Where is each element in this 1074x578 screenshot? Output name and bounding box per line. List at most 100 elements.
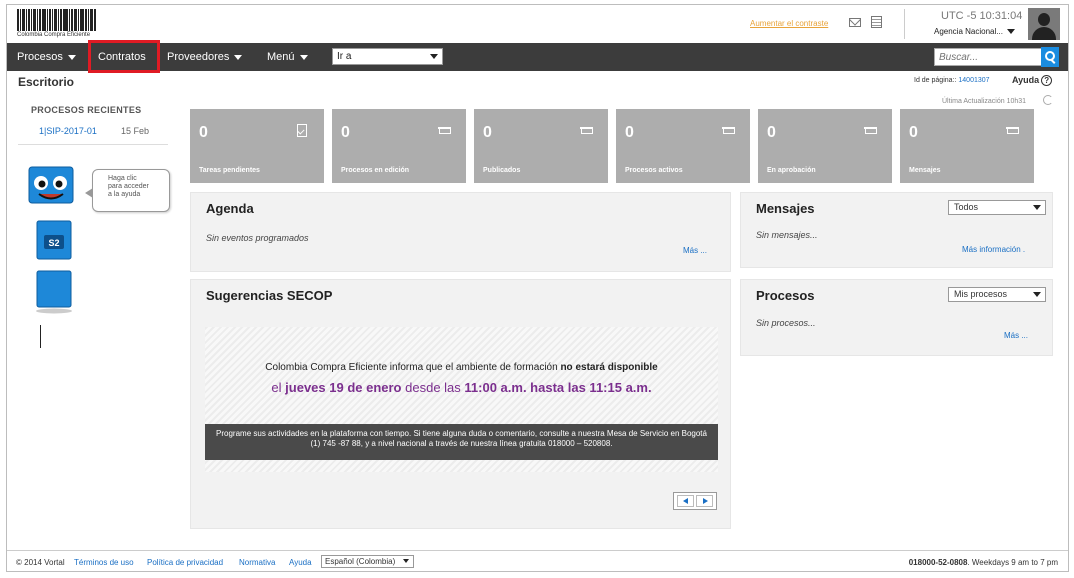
- mensajes-panel: Mensajes Todos Sin mensajes... Más infor…: [740, 192, 1053, 268]
- arrow-right-icon: [703, 498, 708, 504]
- list-item[interactable]: 1|SIP-2017-01 15 Feb: [18, 123, 168, 145]
- announcement-banner: Colombia Compra Eficiente informa que el…: [205, 327, 718, 472]
- clock-display: UTC -5 10:31:04: [941, 10, 1023, 22]
- mensajes-more-link[interactable]: Más información .: [962, 245, 1025, 254]
- tile-publicados[interactable]: 0 Publicados: [474, 109, 608, 183]
- announcement-text: el: [271, 380, 282, 395]
- chevron-down-icon: [67, 54, 76, 60]
- carousel-prev-button[interactable]: [677, 495, 694, 507]
- agency-selector[interactable]: Agencia Nacional...: [934, 27, 1015, 36]
- mensajes-filter-value: Todos: [954, 202, 979, 212]
- nav-menu[interactable]: Menú: [267, 43, 308, 71]
- page-id-label: Id de página::: [914, 77, 957, 84]
- logo-text: Colombia Compra Eficiente: [17, 32, 91, 38]
- text-cursor: [40, 325, 41, 348]
- cart-icon: [580, 126, 594, 138]
- help-icon: ?: [1041, 75, 1053, 86]
- footer-link-privacidad[interactable]: Política de privacidad: [147, 558, 223, 567]
- agenda-empty: Sin eventos programados: [206, 233, 309, 243]
- help-bubble[interactable]: Haga clic para acceder a la ayuda: [85, 169, 170, 212]
- announcement-line-2: el jueves 19 de enero desde las 11:00 a.…: [205, 380, 718, 395]
- recent-processes-title: PROCESOS RECIENTES: [31, 105, 142, 115]
- cart-icon: [438, 126, 452, 138]
- avatar[interactable]: [1028, 8, 1060, 40]
- sugerencias-title: Sugerencias SECOP: [206, 288, 333, 303]
- footer-link-normativa[interactable]: Normativa: [239, 558, 275, 567]
- bubble-line: a la ayuda: [108, 191, 141, 198]
- agency-label: Agencia Nacional...: [934, 27, 1003, 36]
- refresh-icon[interactable]: [1043, 95, 1053, 105]
- tile-procesos-edicion[interactable]: 0 Procesos en edición: [332, 109, 466, 183]
- clipboard-icon: [297, 124, 307, 137]
- goto-value: Ir a: [337, 51, 352, 62]
- mail-icon[interactable]: [849, 18, 861, 27]
- chevron-down-icon: [1033, 292, 1041, 297]
- announcement-text: desde las: [405, 380, 461, 395]
- nav-proveedores[interactable]: Proveedores: [167, 43, 243, 71]
- divider: [904, 9, 905, 39]
- cart-icon: [864, 126, 878, 138]
- announcement-date: jueves 19 de enero: [285, 380, 402, 395]
- tile-en-aprobacion[interactable]: 0 En aprobación: [758, 109, 892, 183]
- tile-label: Tareas pendientes: [199, 167, 260, 174]
- recent-process-date: 15 Feb: [121, 126, 150, 136]
- main-nav: Procesos Contratos Proveedores Menú Ir a: [7, 43, 1068, 71]
- carousel-next-button[interactable]: [696, 495, 713, 507]
- chevron-down-icon: [1033, 205, 1041, 210]
- mensajes-title: Mensajes: [756, 201, 815, 216]
- nav-procesos[interactable]: Procesos: [17, 43, 76, 71]
- tile-mensajes[interactable]: 0 Mensajes: [900, 109, 1034, 183]
- language-select[interactable]: Español (Colombia): [321, 555, 414, 568]
- announcement-info-bar: Programe sus actividades en la plataform…: [205, 424, 718, 460]
- announcement-emphasis: no estará disponible: [560, 362, 658, 373]
- barcode-logo-icon: [17, 9, 112, 31]
- document-icon[interactable]: [871, 16, 882, 28]
- search-icon[interactable]: [1041, 47, 1059, 67]
- chevron-down-icon: [234, 54, 243, 60]
- tile-label: Publicados: [483, 167, 521, 174]
- procesos-more-link[interactable]: Más ...: [1004, 331, 1028, 340]
- copyright: © 2014 Vortal: [16, 558, 65, 567]
- tile-count: 0: [767, 124, 776, 141]
- footer-link-ayuda[interactable]: Ayuda: [289, 558, 312, 567]
- cart-icon: [722, 126, 736, 138]
- bubble-line: para acceder: [108, 183, 149, 190]
- nav-proveedores-label: Proveedores: [167, 51, 230, 63]
- tile-count: 0: [199, 124, 208, 141]
- agenda-more-link[interactable]: Más ...: [683, 246, 707, 255]
- tile-count: 0: [341, 124, 350, 141]
- help-mascot[interactable]: S2: [25, 163, 80, 323]
- recent-process-code[interactable]: 1|SIP-2017-01: [39, 126, 97, 136]
- support-phone: 018000-52-0808: [908, 558, 968, 567]
- logo[interactable]: Colombia Compra Eficiente: [17, 9, 112, 39]
- tile-label: Mensajes: [909, 167, 941, 174]
- tile-tareas-pendientes[interactable]: 0 Tareas pendientes: [190, 109, 324, 183]
- contrast-link[interactable]: Aumentar el contraste: [750, 19, 828, 28]
- tile-label: En aprobación: [767, 167, 816, 174]
- mensajes-filter-select[interactable]: Todos: [948, 200, 1046, 215]
- announcement-line-1: Colombia Compra Eficiente informa que el…: [205, 362, 718, 373]
- mascot-badge: S2: [48, 238, 59, 248]
- cart-icon: [1006, 126, 1020, 138]
- announcement-time: 11:00 a.m. hasta las 11:15 a.m.: [464, 380, 652, 395]
- tile-procesos-activos[interactable]: 0 Procesos activos: [616, 109, 750, 183]
- page-id-value: 14001307: [958, 77, 990, 84]
- footer-link-terminos[interactable]: Términos de uso: [74, 558, 134, 567]
- procesos-filter-select[interactable]: Mis procesos: [948, 287, 1046, 302]
- agenda-title: Agenda: [206, 201, 254, 216]
- support-hours: . Weekdays 9 am to 7 pm: [967, 558, 1058, 567]
- language-value: Español (Colombia): [325, 557, 396, 566]
- help-link[interactable]: Ayuda?: [1012, 75, 1053, 86]
- agenda-panel: Agenda Sin eventos programados Más ...: [190, 192, 731, 272]
- mensajes-empty: Sin mensajes...: [756, 230, 818, 240]
- footer: © 2014 Vortal Términos de uso Política d…: [7, 550, 1068, 571]
- bubble-line: Haga clic: [108, 175, 137, 182]
- procesos-filter-value: Mis procesos: [954, 289, 1008, 299]
- top-header: Colombia Compra Eficiente Aumentar el co…: [7, 5, 1068, 42]
- tile-count: 0: [483, 124, 492, 141]
- chevron-down-icon: [403, 559, 409, 563]
- search-input[interactable]: [934, 48, 1042, 66]
- goto-select[interactable]: Ir a: [332, 48, 443, 65]
- tile-label: Procesos activos: [625, 167, 683, 174]
- procesos-empty: Sin procesos...: [756, 318, 816, 328]
